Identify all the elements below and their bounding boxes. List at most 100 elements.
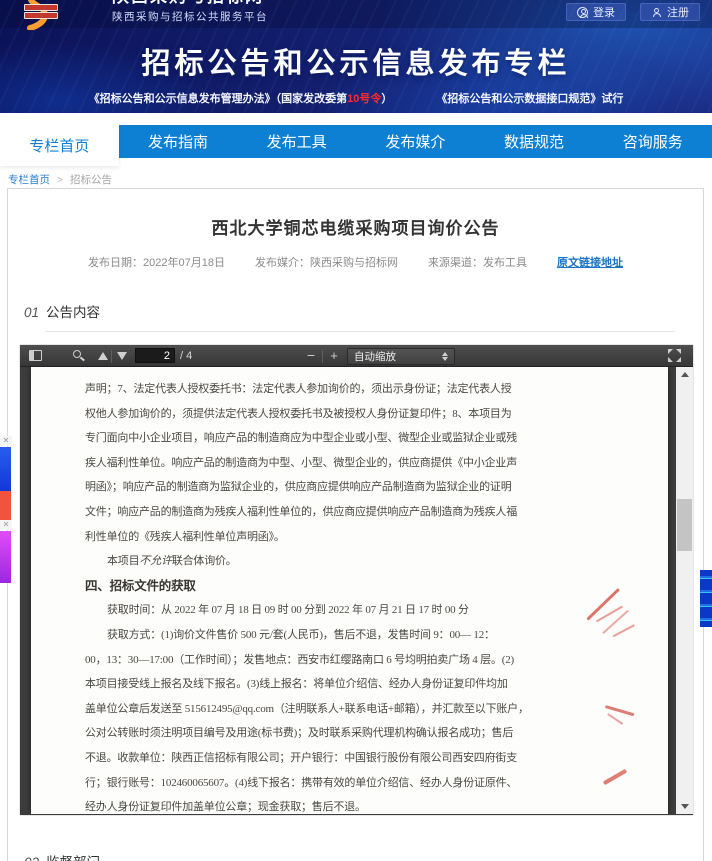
doc-line: 利性单位的《残疾人福利性单位声明函》。 xyxy=(85,525,551,550)
notice-left-close: ） xyxy=(381,93,392,105)
breadcrumb-home-link[interactable]: 专栏首页 xyxy=(8,174,50,186)
site-logo[interactable]: 陕西采购与招标网 陕西采购与招标公共服务平台 xyxy=(16,0,268,30)
doc-line: 文件；响应产品的制造商为残疾人福利性单位的，供应商应提供响应产品制造商为残疾人福 xyxy=(85,500,551,525)
meta-publish-media: 发布媒介：陕西采购与招标网 xyxy=(255,254,398,270)
section-number: 02 xyxy=(24,855,39,861)
section-title: 公告内容 xyxy=(46,305,100,320)
meta-label: 发布媒介： xyxy=(255,257,310,269)
meta-publish-date: 发布日期：2022年07月18日 xyxy=(88,254,225,270)
doc-line: 盖单位公章后发送至 515612495@qq.com（注明联系人+联系电话+邮箱… xyxy=(85,697,551,722)
ad-widget-orange[interactable] xyxy=(0,491,11,520)
zoom-mode-select[interactable]: 自动缩放 xyxy=(347,348,455,365)
pdf-page: 声明；7、法定代表人授权委托书：法定代表人参加询价的，须出示身份证；法定代表人授… xyxy=(31,367,668,814)
pdf-content-area[interactable]: 声明；7、法定代表人授权委托书：法定代表人参加询价的，须出示身份证；法定代表人授… xyxy=(20,367,693,814)
pdf-scrollbar[interactable] xyxy=(676,367,693,814)
page-total-label: / 4 xyxy=(180,350,192,362)
ad-close-icon[interactable]: ✕ xyxy=(0,520,12,530)
zoom-out-button[interactable]: − xyxy=(305,349,317,362)
pdf-viewer: / 4 − + 自动缩放 声明；7、法定代表人授权委托书：法定代表人参加询价的，… xyxy=(20,345,693,815)
doc-line: 权他人参加询价的，须提供法定代表人授权委托书及被授权人身份证复印件；8、本项目为 xyxy=(85,402,551,427)
ad-widget-right[interactable] xyxy=(700,570,712,627)
meta-value: 发布工具 xyxy=(483,257,527,269)
tab-data-standards[interactable]: 数据规范 xyxy=(475,125,594,158)
sidebar-toggle-icon[interactable] xyxy=(29,350,42,361)
page-number-input[interactable] xyxy=(135,348,175,363)
doc-line: 获取时间：从 2022 年 07 月 18 日 09 时 00 分到 2022 … xyxy=(85,598,551,623)
presentation-mode-icon[interactable] xyxy=(668,349,681,362)
logo-badges xyxy=(24,4,58,19)
original-link[interactable]: 原文链接地址 xyxy=(557,254,623,270)
doc-line: 四、招标文件的获取 xyxy=(85,574,551,599)
meta-value: 陕西采购与招标网 xyxy=(310,257,398,269)
ad-widget-blue[interactable] xyxy=(0,447,11,491)
logo-badge-top xyxy=(24,4,58,11)
login-button[interactable]: 登录 xyxy=(566,3,626,21)
breadcrumb-current: 招标公告 xyxy=(70,174,112,186)
login-label: 登录 xyxy=(593,4,615,20)
scroll-up-icon[interactable] xyxy=(676,367,693,382)
find-icon[interactable] xyxy=(73,350,81,358)
previous-page-icon[interactable] xyxy=(98,352,108,360)
notice-left-text: 《招标公告和公示信息发布管理办法》（国家发改委第 xyxy=(89,93,348,105)
tab-consulting[interactable]: 咨询服务 xyxy=(593,125,712,158)
breadcrumb: 专栏首页 > 招标公告 xyxy=(8,172,112,187)
zoom-mode-value: 自动缩放 xyxy=(354,349,396,364)
section-title: 监督部门 xyxy=(46,855,100,861)
site-subtitle: 陕西采购与招标公共服务平台 xyxy=(112,9,268,24)
select-caret-icon xyxy=(442,352,448,361)
meta-source-channel: 来源渠道：发布工具 xyxy=(428,254,527,270)
tab-publish-media[interactable]: 发布媒介 xyxy=(356,125,475,158)
doc-line: 获取方式：(1)询价文件售价 500 元/套(人民币)，售后不退，发售时间 9：… xyxy=(85,623,551,648)
section-heading-content: 01 公告内容 xyxy=(24,301,703,321)
next-page-icon[interactable] xyxy=(117,352,127,360)
register-label: 注册 xyxy=(667,4,689,20)
meta-label: 来源渠道： xyxy=(428,257,483,269)
ad-close-icon[interactable]: ✕ xyxy=(0,436,12,446)
toolbar-divider xyxy=(111,350,112,363)
doc-line: 行；银行账号：102460065607。(4)线下报名：携带有效的单位介绍信、经… xyxy=(85,771,551,796)
logo-badge-bottom xyxy=(24,12,58,19)
scroll-down-icon[interactable] xyxy=(676,799,693,814)
auth-buttons: 登录 注册 xyxy=(566,3,700,21)
breadcrumb-separator: > xyxy=(57,174,63,186)
section-divider xyxy=(46,331,675,332)
doc-line: 明函》；响应产品的制造商为监狱企业的，供应商应提供响应产品制造商为监狱企业的证明 xyxy=(85,475,551,500)
meta-label: 发布日期： xyxy=(88,257,143,269)
doc-line: 专门面向中小企业项目，响应产品的制造商应为中型企业或小型、微型企业或监狱企业或残 xyxy=(85,426,551,451)
scrollbar-thumb[interactable] xyxy=(677,499,692,551)
notice-spec-link[interactable]: 《招标公告和公示数据接口规范》试行 xyxy=(436,90,623,106)
doc-line: 本项目不允许联合体询价。 xyxy=(85,549,551,574)
red-stamp-mark xyxy=(603,769,628,785)
zoom-in-button[interactable]: + xyxy=(328,349,340,362)
ad-widget-purple[interactable] xyxy=(0,531,11,583)
article-container: 西北大学铜芯电缆采购项目询价公告 发布日期：2022年07月18日 发布媒介：陕… xyxy=(7,188,704,861)
red-stamp-small xyxy=(596,701,638,740)
doc-line: 公对公转账时须注明项目编号及用途(标书费)；及时联系采购代理机构确认报名成功；售… xyxy=(85,721,551,746)
tab-column-home[interactable]: 专栏首页 xyxy=(0,125,119,166)
notice-regulation-link[interactable]: 《招标公告和公示信息发布管理办法》（国家发改委第10号令） xyxy=(89,90,393,106)
notice-decree-number: 10号令 xyxy=(347,93,381,105)
section-number: 01 xyxy=(24,305,39,320)
tab-publish-tools[interactable]: 发布工具 xyxy=(237,125,356,158)
toolbar-divider xyxy=(322,350,323,363)
doc-line: 声明；7、法定代表人授权委托书：法定代表人参加询价的，须出示身份证；法定代表人授 xyxy=(85,377,551,402)
page: 陕西采购与招标网 陕西采购与招标公共服务平台 登录 注册 招标公告和公示信息发布… xyxy=(0,0,712,861)
site-header: 陕西采购与招标网 陕西采购与招标公共服务平台 登录 注册 招标公告和公示信息发布… xyxy=(0,0,712,113)
doc-line: 经办人身份证复印件加盖单位公章；现金获取；售后不退。 xyxy=(85,795,551,814)
article-meta: 发布日期：2022年07月18日 发布媒介：陕西采购与招标网 来源渠道：发布工具… xyxy=(8,254,703,270)
logo-text: 陕西采购与招标网 陕西采购与招标公共服务平台 xyxy=(112,0,268,24)
pdf-text-lines: 声明；7、法定代表人授权委托书：法定代表人参加询价的，须出示身份证；法定代表人授… xyxy=(85,377,551,814)
pdf-toolbar: / 4 − + 自动缩放 xyxy=(20,345,693,367)
article-title: 西北大学铜芯电缆采购项目询价公告 xyxy=(8,214,703,239)
section-heading-supervision: 02 监督部门 xyxy=(24,851,703,861)
register-button[interactable]: 注册 xyxy=(640,3,700,21)
doc-line: 00，13：30—17:00（工作时间）；发售地点：西安市红缨路南口 6 号均明… xyxy=(85,648,551,673)
tab-publish-guide[interactable]: 发布指南 xyxy=(119,125,238,158)
notice-row: 《招标公告和公示信息发布管理办法》（国家发改委第10号令） 《招标公告和公示数据… xyxy=(0,90,712,106)
red-stamp xyxy=(582,586,656,661)
meta-value: 2022年07月18日 xyxy=(143,257,225,269)
doc-line: 本项目接受线上报名及线下报名。(3)线上报名：将单位介绍信、经办人身份证复印件均… xyxy=(85,672,551,697)
banner-title: 招标公告和公示信息发布专栏 xyxy=(0,40,712,82)
main-nav: 专栏首页 发布指南 发布工具 发布媒介 数据规范 咨询服务 xyxy=(0,125,712,158)
doc-line: 疾人福利性单位。响应产品的制造商为中型、小型、微型企业的，供应商提供《中小企业声 xyxy=(85,451,551,476)
